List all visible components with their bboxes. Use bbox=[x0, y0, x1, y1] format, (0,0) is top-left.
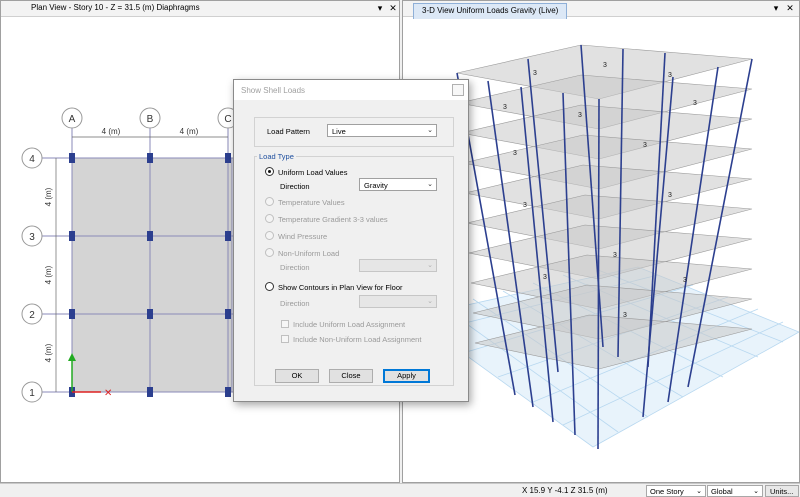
radio-uniform-load[interactable] bbox=[265, 167, 274, 176]
radio-temperature[interactable] bbox=[265, 197, 274, 206]
load-pattern-label: Load Pattern bbox=[267, 127, 310, 136]
label-contour-direction: Direction bbox=[280, 299, 310, 308]
coord-system-select[interactable]: Global ⌄ bbox=[707, 485, 763, 497]
label-wind-pressure: Wind Pressure bbox=[278, 232, 328, 241]
svg-text:3: 3 bbox=[613, 252, 617, 259]
pane-menu-icon[interactable]: ▾ bbox=[375, 3, 385, 14]
story-mode-select[interactable]: One Story ⌄ bbox=[646, 485, 706, 497]
show-shell-loads-dialog: Show Shell Loads Load Pattern Live ⌄ Load… bbox=[233, 79, 469, 402]
label-temperature: Temperature Values bbox=[278, 198, 345, 207]
grid-bubble-a: A bbox=[69, 114, 76, 125]
diaphragm-slab bbox=[71, 157, 233, 393]
grid-bubble-b: B bbox=[147, 114, 154, 125]
apply-button[interactable]: Apply bbox=[383, 369, 430, 383]
dim-label-bc: 4 (m) bbox=[180, 127, 199, 136]
dim-label-32: 4 (m) bbox=[44, 265, 53, 284]
label-include-uniform: Include Uniform Load Assignment bbox=[293, 320, 406, 329]
svg-text:3: 3 bbox=[693, 100, 697, 107]
grid-bubble-c: C bbox=[224, 114, 231, 125]
dim-label-21: 4 (m) bbox=[44, 343, 53, 362]
svg-text:3: 3 bbox=[503, 104, 507, 111]
grid-bubble-2: 2 bbox=[29, 310, 35, 321]
svg-text:3: 3 bbox=[513, 150, 517, 157]
checkbox-include-uniform[interactable] bbox=[281, 320, 289, 328]
pane-close-icon[interactable]: ✕ bbox=[785, 3, 795, 14]
svg-text:3: 3 bbox=[683, 277, 687, 284]
ok-button[interactable]: OK bbox=[275, 369, 319, 383]
svg-text:✕: ✕ bbox=[104, 388, 112, 399]
svg-text:3: 3 bbox=[603, 62, 607, 69]
dim-label-ab: 4 (m) bbox=[102, 127, 121, 136]
svg-text:3: 3 bbox=[578, 112, 582, 119]
svg-text:3: 3 bbox=[668, 192, 672, 199]
svg-text:3: 3 bbox=[523, 202, 527, 209]
svg-text:3: 3 bbox=[668, 72, 672, 79]
svg-text:3: 3 bbox=[643, 142, 647, 149]
label-temp-gradient: Temperature Gradient 3-3 values bbox=[278, 215, 388, 224]
radio-wind-pressure[interactable] bbox=[265, 231, 274, 240]
3d-view-titlebar: 3-D View Uniform Loads Gravity (Live) ▾ … bbox=[403, 1, 799, 19]
label-nonuniform-direction: Direction bbox=[280, 263, 310, 272]
label-direction: Direction bbox=[280, 182, 310, 191]
nonuniform-direction-select[interactable]: ⌄ bbox=[359, 259, 437, 272]
label-nonuniform: Non-Uniform Load bbox=[278, 249, 340, 258]
pane-close-icon[interactable]: ✕ bbox=[388, 3, 398, 14]
radio-nonuniform[interactable] bbox=[265, 248, 274, 257]
status-bar: X 15.9 Y -4.1 Z 31.5 (m) One Story ⌄ Glob… bbox=[0, 483, 800, 497]
label-include-nonuniform: Include Non-Uniform Load Assignment bbox=[293, 335, 422, 344]
svg-text:3: 3 bbox=[543, 274, 547, 281]
cursor-coordinates: X 15.9 Y -4.1 Z 31.5 (m) bbox=[522, 486, 608, 495]
svg-text:3: 3 bbox=[533, 70, 537, 77]
grid-bubble-1: 1 bbox=[29, 388, 35, 399]
radio-temp-gradient[interactable] bbox=[265, 214, 274, 223]
dialog-close-icon[interactable] bbox=[452, 84, 464, 96]
units-button[interactable]: Units... bbox=[765, 485, 799, 497]
dialog-title: Show Shell Loads bbox=[241, 86, 306, 95]
pane-menu-icon[interactable]: ▾ bbox=[771, 3, 781, 14]
label-uniform-load: Uniform Load Values bbox=[278, 168, 348, 177]
load-pattern-select[interactable]: Live ⌄ bbox=[327, 124, 437, 137]
direction-select[interactable]: Gravity ⌄ bbox=[359, 178, 437, 191]
radio-contours[interactable] bbox=[265, 282, 274, 291]
grid-bubble-4: 4 bbox=[29, 154, 35, 165]
contour-direction-select[interactable]: ⌄ bbox=[359, 295, 437, 308]
load-type-label: Load Type bbox=[257, 152, 296, 161]
close-button[interactable]: Close bbox=[329, 369, 373, 383]
plan-view-titlebar: Plan View - Story 10 - Z = 31.5 (m) Diap… bbox=[1, 1, 399, 17]
dialog-titlebar: Show Shell Loads bbox=[234, 80, 468, 100]
label-contours: Show Contours in Plan View for Floor bbox=[278, 283, 403, 292]
grid-bubble-3: 3 bbox=[29, 232, 35, 243]
checkbox-include-nonuniform[interactable] bbox=[281, 335, 289, 343]
plan-view-title: Plan View - Story 10 - Z = 31.5 (m) Diap… bbox=[31, 3, 200, 12]
svg-text:3: 3 bbox=[623, 312, 627, 319]
dim-label-43: 4 (m) bbox=[44, 187, 53, 206]
